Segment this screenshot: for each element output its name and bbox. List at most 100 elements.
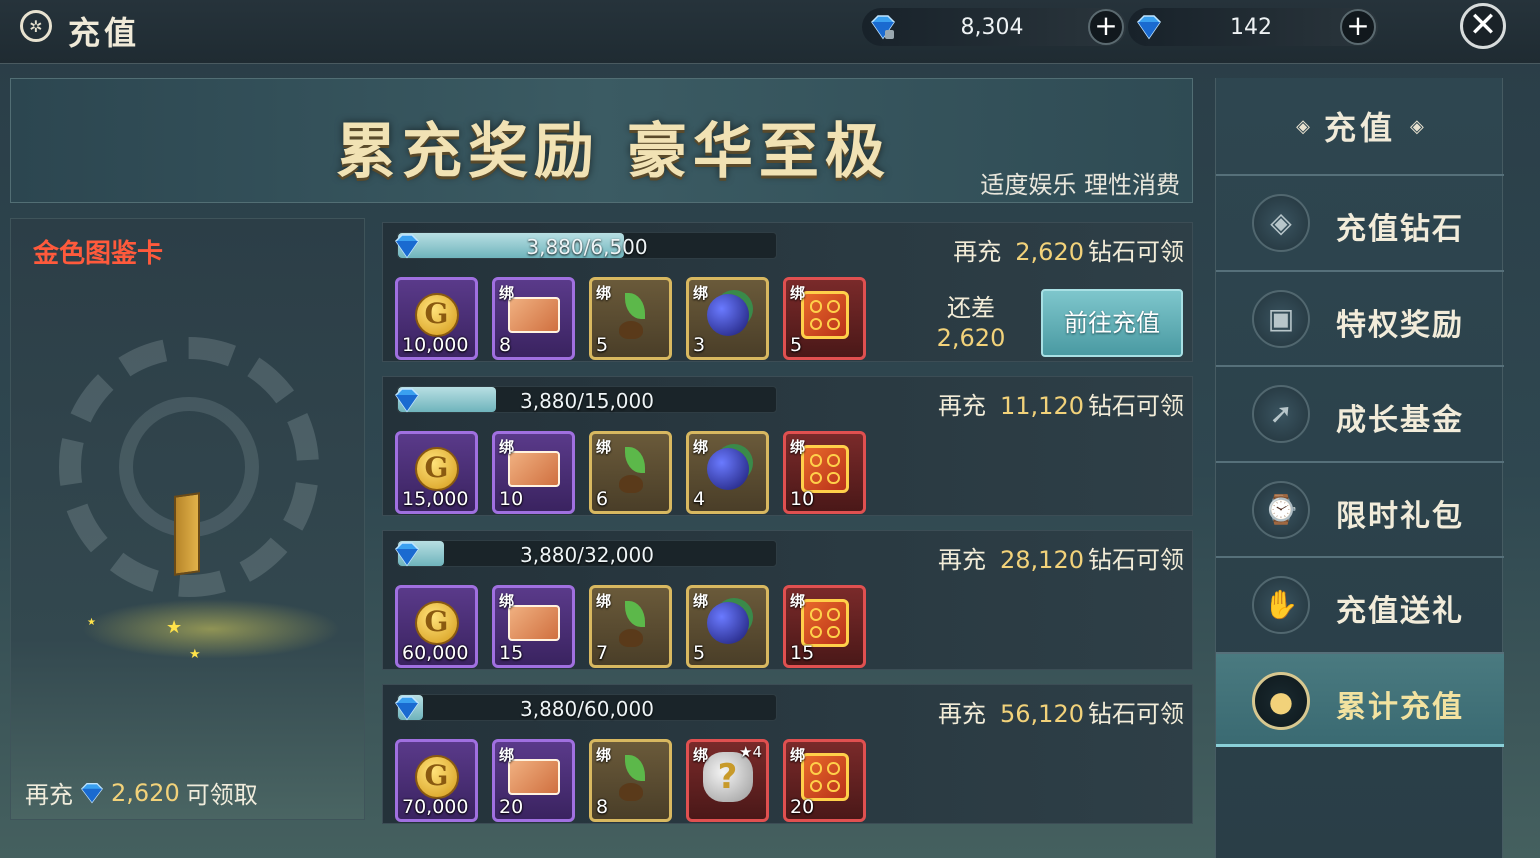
diamond-icon: ◈	[1252, 194, 1310, 252]
diamond-icon	[1137, 15, 1161, 40]
dice-pip	[827, 454, 840, 467]
item-quantity: 5	[693, 642, 706, 664]
requirement-prefix: 再充	[938, 700, 987, 728]
item-quantity: 7	[596, 642, 609, 664]
remaining-value: 2,620	[936, 324, 1006, 352]
reward-items: G 60,000 绑 15 绑 7 绑 5 绑 15	[395, 585, 866, 668]
dice-pip	[827, 779, 840, 793]
reward-item-mystery[interactable]: ? 绑 ★4	[686, 739, 769, 822]
add-bound-diamond-button[interactable]: +	[1088, 9, 1124, 45]
progress-bar: 3,880/60,000	[395, 694, 777, 721]
preview-footer: 再充 2,620 可领取	[25, 775, 258, 810]
page-title: 充值	[68, 14, 141, 52]
dice-pip	[809, 454, 822, 467]
close-button[interactable]: ✕	[1460, 3, 1506, 49]
nav-title: 充值	[1323, 109, 1396, 147]
sparkle-icon: ★	[189, 647, 201, 662]
reward-item-dice[interactable]: 绑5	[783, 277, 866, 360]
golden-card-item[interactable]	[174, 492, 200, 576]
reward-item-sprout[interactable]: 绑6	[589, 431, 672, 514]
preview-footer-prefix: 再充	[25, 781, 73, 809]
reward-item-coin[interactable]: G 10,000	[395, 277, 478, 360]
nav-item-label: 限时礼包	[1336, 498, 1464, 534]
nav-item[interactable]: ● 累计充值	[1216, 651, 1504, 747]
bound-tag: 绑	[693, 284, 709, 302]
item-quantity: 3	[693, 334, 706, 356]
reward-item-sprout[interactable]: 绑5	[589, 277, 672, 360]
go-recharge-button[interactable]: 前往充值	[1041, 289, 1183, 357]
requirement-amount: 56,120	[1000, 700, 1084, 728]
diamond-count: 142	[1230, 15, 1272, 40]
reward-tier: 3,880/15,000 再充 11,120 钻石可领 G 15,000 绑 10 绑 6 绑 4 绑 1…	[382, 376, 1193, 516]
remaining-label: 还差	[947, 294, 995, 322]
item-quantity: 10	[790, 488, 815, 510]
sprout-icon	[611, 753, 651, 802]
progress-bar: 3,880/32,000	[395, 540, 777, 567]
reward-item-ticket[interactable]: 绑 10	[492, 431, 575, 514]
bound-diamond-balance: 8,304 +	[862, 8, 1126, 46]
progress-text: 3,880/15,000	[520, 389, 654, 413]
recharge-logo-icon: ✲	[20, 10, 52, 42]
reward-item-berry[interactable]: 绑5	[686, 585, 769, 668]
reward-items: G 70,000 绑 20 绑 8? 绑 ★4 绑 20	[395, 739, 866, 822]
nav-item[interactable]: ➚ 成长基金	[1216, 365, 1504, 460]
berry-icon	[706, 294, 749, 337]
progress-bar: 3,880/15,000	[395, 386, 777, 413]
requirement-amount: 11,120	[1000, 392, 1084, 420]
progress-text: 3,880/32,000	[520, 543, 654, 567]
item-quantity: 6	[596, 488, 609, 510]
reward-preview-panel: 金色图鉴卡 ★ ★ ★ 再充 2,620 可领取	[10, 218, 365, 820]
item-quantity: 8	[499, 334, 512, 356]
remaining-requirement: 再充 11,120 钻石可领	[938, 386, 1184, 421]
bound-tag: 绑	[596, 592, 612, 610]
ticket-icon	[507, 451, 560, 488]
ticket-icon	[507, 759, 560, 796]
requirement-amount: 2,620	[1015, 238, 1084, 266]
reward-tier: 3,880/60,000 再充 56,120 钻石可领 G 70,000 绑 20 绑 8? 绑 ★4…	[382, 684, 1193, 824]
reward-item-coin[interactable]: G 60,000	[395, 585, 478, 668]
bound-tag: 绑	[693, 438, 709, 456]
ornament-left-icon: ◈	[1296, 115, 1310, 137]
reward-item-ticket[interactable]: 绑 15	[492, 585, 575, 668]
coin-icon: G	[414, 755, 459, 800]
reward-item-coin[interactable]: G 15,000	[395, 431, 478, 514]
piggy-bank-icon: ●	[1252, 671, 1310, 730]
nav-item[interactable]: ▣ 特权奖励	[1216, 269, 1504, 365]
bound-tag: 绑	[596, 284, 612, 302]
reward-item-dice[interactable]: 绑 20	[783, 739, 866, 822]
reward-item-sprout[interactable]: 绑8	[589, 739, 672, 822]
reward-item-ticket[interactable]: 绑8	[492, 277, 575, 360]
progress-text: 3,880/60,000	[520, 697, 654, 721]
nav-item[interactable]: ⌚ 限时礼包	[1216, 460, 1504, 556]
nav-item-label: 累计充值	[1336, 689, 1464, 725]
reward-item-dice[interactable]: 绑 15	[783, 585, 866, 668]
bound-tag: 绑	[499, 438, 515, 456]
star-level: ★4	[739, 743, 762, 761]
nav-item[interactable]: ✋ 充值送礼	[1216, 556, 1504, 651]
reward-item-berry[interactable]: 绑4	[686, 431, 769, 514]
reward-tier: 3,880/32,000 再充 28,120 钻石可领 G 60,000 绑 15 绑 7 绑 5 绑 1…	[382, 530, 1193, 670]
reward-item-ticket[interactable]: 绑 20	[492, 739, 575, 822]
item-quantity: 8	[596, 796, 609, 818]
dice-pip	[827, 471, 840, 485]
remaining-requirement: 再充 2,620 钻石可领	[953, 232, 1184, 267]
sparkle-icon: ★	[166, 617, 183, 638]
progress-bar: 3,880/6,500	[395, 232, 777, 259]
item-quantity: 15	[790, 642, 815, 664]
berry-icon	[706, 602, 749, 645]
dice-pip	[809, 625, 822, 639]
requirement-suffix: 钻石可领	[1088, 700, 1184, 728]
reward-item-berry[interactable]: 绑3	[686, 277, 769, 360]
bound-tag: 绑	[790, 438, 806, 456]
top-bar: ✲ 充值 8,304 + 142 + ✕	[0, 0, 1540, 64]
item-quantity: 10,000	[402, 334, 469, 356]
nav-item-label: 成长基金	[1336, 403, 1464, 438]
reward-item-sprout[interactable]: 绑7	[589, 585, 672, 668]
coin-icon: G	[414, 601, 459, 646]
sparkle-icon: ★	[87, 617, 96, 628]
reward-item-dice[interactable]: 绑 10	[783, 431, 866, 514]
nav-item[interactable]: ◈ 充值钻石	[1216, 174, 1504, 269]
reward-item-coin[interactable]: G 70,000	[395, 739, 478, 822]
bound-tag: 绑	[596, 746, 612, 764]
add-diamond-button[interactable]: +	[1340, 9, 1376, 45]
